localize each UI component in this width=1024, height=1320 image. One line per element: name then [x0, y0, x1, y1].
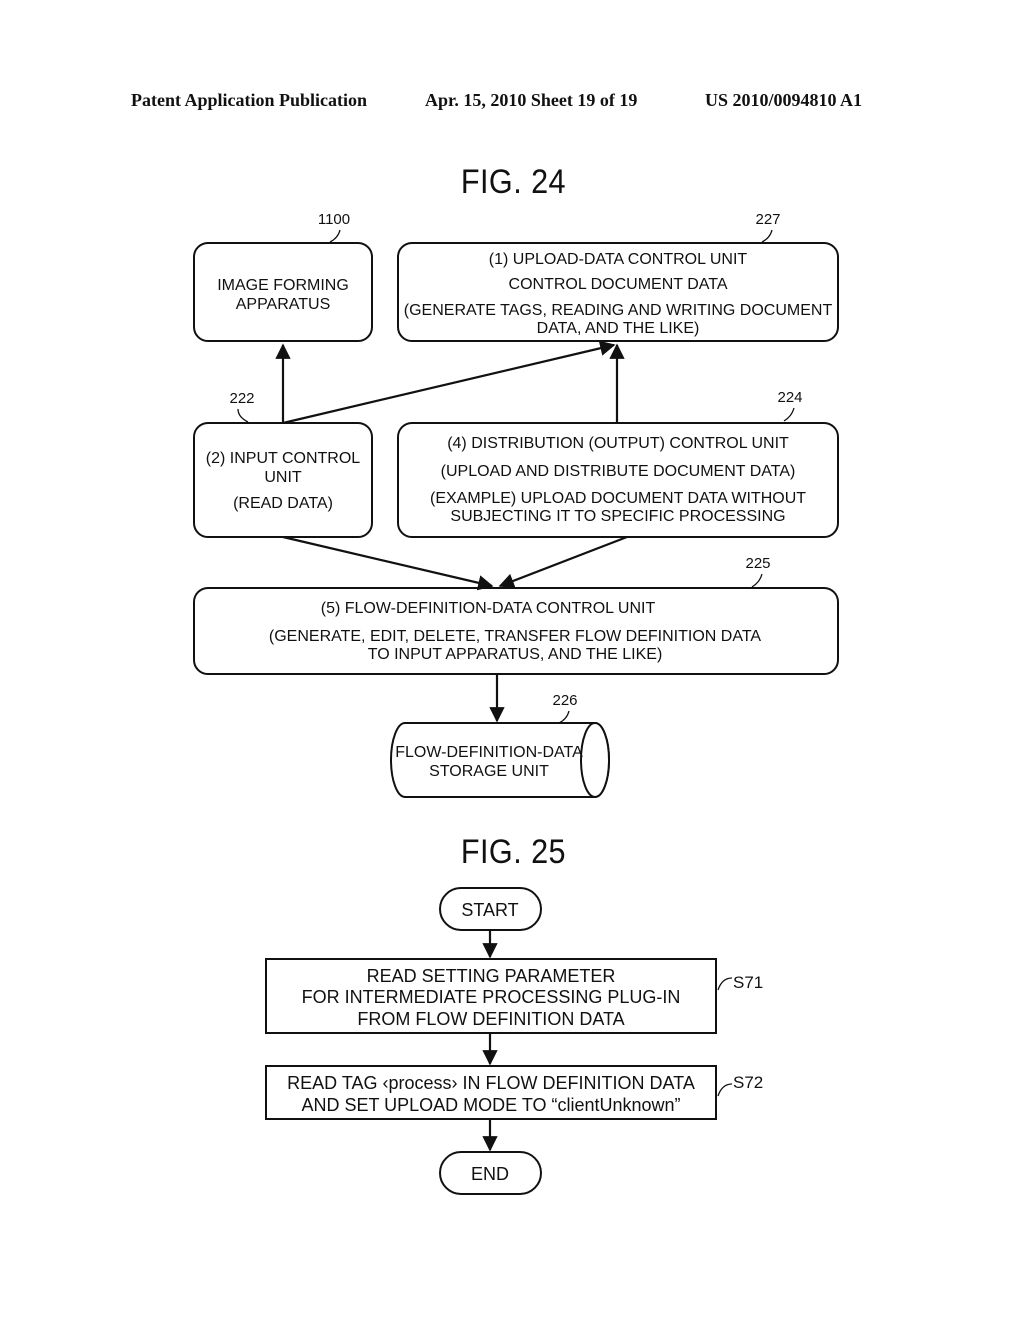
terminal-text: START [461, 900, 518, 920]
node-text: (4) DISTRIBUTION (OUTPUT) CONTROL UNIT [447, 435, 789, 452]
step-s71: READ SETTING PARAMETER FOR INTERMEDIATE … [265, 958, 763, 1034]
node-flow-definition-data-storage-unit: 226 FLOW-DEFINITION-DATA STORAGE UNIT [390, 692, 610, 798]
node-text: STORAGE UNIT [429, 763, 549, 780]
terminal-end: END [439, 1151, 542, 1195]
cylinder-end [580, 722, 610, 798]
node-text: (UPLOAD AND DISTRIBUTE DOCUMENT DATA) [441, 463, 796, 480]
node-text: (1) UPLOAD-DATA CONTROL UNIT [489, 251, 748, 268]
edge-input-to-upload [282, 340, 616, 425]
step-text: READ TAG ‹process› IN FLOW DEFINITION DA… [287, 1073, 695, 1093]
edge-distribution-to-flow-control [498, 535, 628, 589]
ref-label: 224 [777, 389, 802, 406]
node-text: (GENERATE TAGS, READING AND WRITING DOCU… [404, 302, 833, 319]
node-text: TO INPUT APPARATUS, AND THE LIKE) [368, 646, 663, 663]
step-text: FROM FLOW DEFINITION DATA [357, 1009, 624, 1029]
node-text: (GENERATE, EDIT, DELETE, TRANSFER FLOW D… [269, 628, 762, 645]
node-text: (5) FLOW-DEFINITION-DATA CONTROL UNIT [321, 600, 656, 617]
node-text: CONTROL DOCUMENT DATA [509, 276, 728, 293]
node-text: (2) INPUT CONTROL [206, 450, 360, 467]
node-text: (EXAMPLE) UPLOAD DOCUMENT DATA WITHOUT [430, 490, 806, 507]
step-s72: READ TAG ‹process› IN FLOW DEFINITION DA… [265, 1065, 763, 1120]
node-text: SUBJECTING IT TO SPECIFIC PROCESSING [450, 508, 785, 525]
ref-label: 225 [745, 555, 770, 572]
step-ref: S71 [733, 973, 763, 992]
node-text: FLOW-DEFINITION-DATA [395, 744, 583, 761]
step-ref: S72 [733, 1073, 763, 1092]
node-text: UNIT [264, 469, 302, 486]
node-text: DATA, AND THE LIKE) [537, 320, 700, 337]
step-text: AND SET UPLOAD MODE TO “clientUnknown” [301, 1095, 680, 1115]
terminal-start: START [439, 887, 542, 931]
node-upload-data-control-unit: 227 (1) UPLOAD-DATA CONTROL UNIT CONTROL… [397, 211, 839, 342]
ref-label: 1100 [318, 211, 350, 228]
node-image-forming-apparatus: 1100 IMAGE FORMING APPARATUS [193, 211, 373, 342]
node-text: (READ DATA) [233, 495, 333, 512]
node-text: APPARATUS [236, 296, 331, 313]
node-flow-definition-data-control-unit: 225 (5) FLOW-DEFINITION-DATA CONTROL UNI… [193, 555, 839, 675]
step-text: READ SETTING PARAMETER [367, 966, 616, 986]
node-text: IMAGE FORMING [217, 277, 349, 294]
edge-input-to-flow-control [282, 535, 494, 591]
terminal-text: END [471, 1164, 509, 1184]
ref-label: 222 [229, 390, 254, 407]
ref-label: 226 [552, 692, 577, 709]
diagram-canvas: 1100 IMAGE FORMING APPARATUS 227 (1) UPL… [193, 211, 839, 1195]
step-text: FOR INTERMEDIATE PROCESSING PLUG-IN [302, 987, 681, 1007]
ref-label: 227 [755, 211, 780, 228]
